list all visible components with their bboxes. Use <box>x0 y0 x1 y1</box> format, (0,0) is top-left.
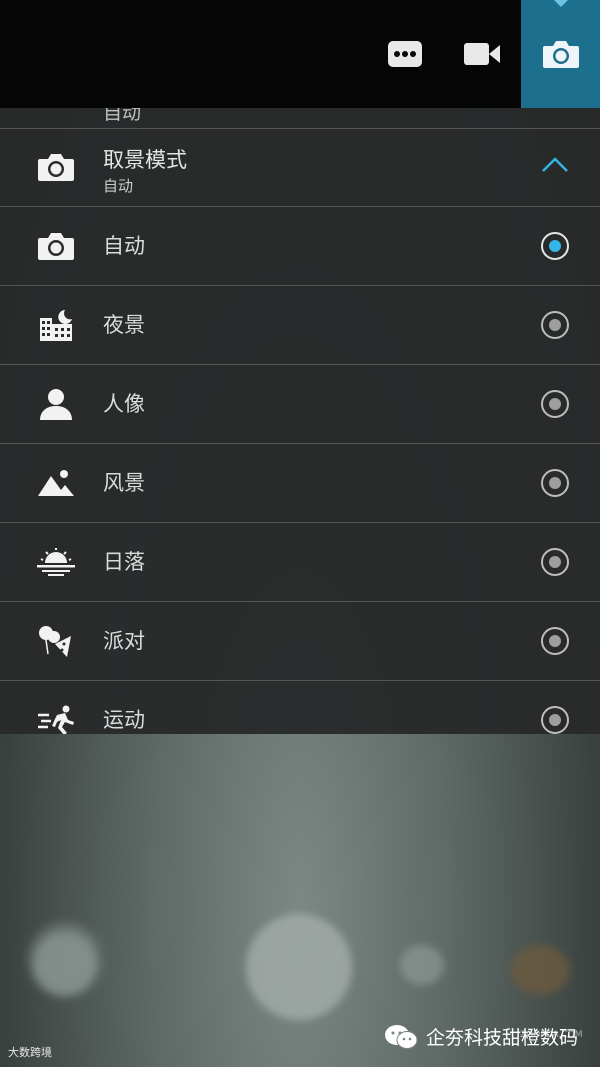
mode-item-night[interactable]: 夜景 <box>0 286 600 365</box>
mode-label: 日落 <box>103 550 145 574</box>
mode-item-portrait[interactable]: 人像 <box>0 365 600 444</box>
chevron-up-icon[interactable] <box>541 155 569 175</box>
video-mode-button[interactable] <box>443 0 521 108</box>
mode-radio[interactable] <box>541 548 569 576</box>
scene-mode-panel: 自动 取景模式 自动 自动 夜景 人像 风景 日落 派对 运动 <box>0 108 600 734</box>
mode-label: 自动 <box>103 234 145 258</box>
mode-item-landscape[interactable]: 风景 <box>0 444 600 523</box>
mode-radio[interactable] <box>541 469 569 497</box>
mode-radio[interactable] <box>541 706 569 734</box>
mode-label: 风景 <box>103 471 145 495</box>
mode-label: 人像 <box>103 392 145 416</box>
video-camera-icon <box>464 43 500 65</box>
camera-icon <box>36 148 76 186</box>
previous-setting-value: 自动 <box>103 108 142 124</box>
sunset-icon <box>36 543 76 581</box>
shutter-button[interactable] <box>246 914 352 1020</box>
scene-mode-title: 取景模式 <box>103 148 187 172</box>
mode-switch-button[interactable] <box>400 945 444 985</box>
camera-icon <box>542 41 579 68</box>
previous-setting-row[interactable]: 自动 <box>0 108 600 129</box>
sports-icon <box>36 701 76 734</box>
mode-radio[interactable] <box>541 390 569 418</box>
watermark-left: 大数跨境 <box>8 1044 52 1060</box>
scene-mode-current: 自动 <box>103 177 134 195</box>
landscape-icon <box>36 464 76 502</box>
scene-mode-header[interactable]: 取景模式 自动 <box>0 128 600 207</box>
mode-item-sunset[interactable]: 日落 <box>0 523 600 602</box>
active-indicator <box>553 0 568 7</box>
mode-item-party[interactable]: 派对 <box>0 602 600 681</box>
mode-radio[interactable] <box>541 627 569 655</box>
camera-top-bar <box>0 0 600 108</box>
night-scene-icon <box>36 306 76 344</box>
site-watermark: ZOOPDA.COM <box>520 1030 583 1040</box>
last-photo-thumbnail[interactable] <box>510 945 570 995</box>
mode-item-sports[interactable]: 运动 <box>0 681 600 734</box>
mode-label: 夜景 <box>103 313 145 337</box>
photo-mode-button[interactable] <box>521 0 600 108</box>
party-icon <box>36 622 76 660</box>
gallery-button[interactable] <box>35 935 95 995</box>
mode-label: 派对 <box>103 629 145 653</box>
watermark-left-text: 大数跨境 <box>8 1046 52 1059</box>
more-dots-icon <box>388 41 422 67</box>
wechat-icon <box>385 1024 418 1049</box>
camera-icon <box>36 227 76 265</box>
mode-item-auto[interactable]: 自动 <box>0 207 600 286</box>
more-button[interactable] <box>366 0 444 108</box>
mode-radio[interactable] <box>541 311 569 339</box>
mode-radio-selected[interactable] <box>541 232 569 260</box>
portrait-icon <box>36 385 76 423</box>
mode-label: 运动 <box>103 708 145 732</box>
